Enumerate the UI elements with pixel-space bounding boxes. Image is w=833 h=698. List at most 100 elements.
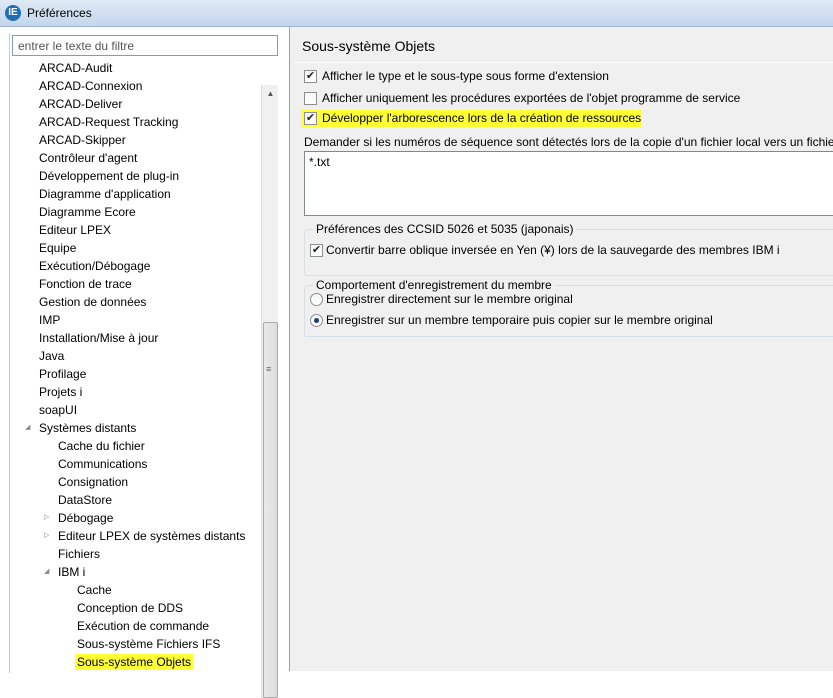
tree-item[interactable]: ▷ Editeur LPEX de systèmes distants bbox=[44, 527, 247, 545]
tree-item-label: Sous-système Fichiers IFS bbox=[77, 637, 221, 651]
tree-item[interactable]: ARCAD-Skipper bbox=[37, 131, 128, 149]
tree-item-label: Installation/Mise à jour bbox=[39, 331, 159, 345]
tree-item[interactable]: Communications bbox=[56, 455, 149, 473]
tree-item[interactable]: ▷ Débogage bbox=[44, 509, 115, 527]
tree-expanded-icon[interactable]: ◢ bbox=[25, 424, 32, 431]
tree-item-label: Editeur LPEX de systèmes distants bbox=[58, 529, 246, 543]
save-behavior-group: Comportement d'enregistrement du membre … bbox=[304, 278, 833, 337]
option-label: Afficher le type et le sous-type sous fo… bbox=[322, 69, 609, 83]
tree-item[interactable]: ◢ Systèmes distants bbox=[25, 419, 138, 437]
tree-item[interactable]: Fichiers bbox=[56, 545, 102, 563]
tree-expanded-icon[interactable]: ◢ bbox=[44, 568, 51, 575]
preferences-tree: ARCAD-Audit ARCAD-Connexion ARCAD-Deliver A… bbox=[12, 59, 260, 671]
tree-item-label: Contrôleur d'agent bbox=[39, 151, 138, 165]
tree-item[interactable]: ARCAD-Deliver bbox=[37, 95, 124, 113]
tree-item-label: Exécution/Débogage bbox=[39, 259, 151, 273]
tree-item-label: Fichiers bbox=[58, 547, 101, 561]
tree-item-selected[interactable]: Sous-système Objets bbox=[75, 653, 194, 671]
tree-item[interactable]: Contrôleur d'agent bbox=[37, 149, 139, 167]
tree-item-label: Sous-système Objets bbox=[75, 654, 194, 670]
tree-item[interactable]: Cache du fichier bbox=[56, 437, 147, 455]
tree-item-label: Débogage bbox=[58, 511, 114, 525]
tree-item-label: Editeur LPEX bbox=[39, 223, 112, 237]
option-label: Développer l'arborescence lors de la cré… bbox=[322, 111, 642, 125]
scroll-grip-icon: ≡ bbox=[266, 364, 272, 374]
option-label: Enregistrer sur un membre temporaire pui… bbox=[326, 313, 713, 327]
sequence-extensions-textarea[interactable]: *.txt bbox=[304, 151, 833, 216]
tree-item-label: Fonction de trace bbox=[39, 277, 132, 291]
tree-item-label: IMP bbox=[39, 313, 61, 327]
tree-item[interactable]: Exécution de commande bbox=[75, 617, 211, 635]
tree-vertical-scrollbar[interactable]: ▲ ≡ bbox=[261, 85, 278, 698]
preferences-navigation-pane: ARCAD-Audit ARCAD-Connexion ARCAD-Deliver A… bbox=[0, 27, 290, 698]
title-separator bbox=[294, 62, 833, 63]
tree-item-label: Systèmes distants bbox=[39, 421, 137, 435]
ccsid-group-title: Préférences des CCSID 5026 et 5035 (japo… bbox=[313, 222, 577, 236]
app-icon: IE bbox=[5, 5, 21, 21]
tree-item-label: Cache bbox=[77, 583, 112, 597]
tree-item-label: ARCAD-Deliver bbox=[39, 97, 123, 111]
tree-item[interactable]: Sous-système Fichiers IFS bbox=[75, 635, 222, 653]
tree-item[interactable]: Java bbox=[37, 347, 66, 365]
checkbox-exported-procedures[interactable] bbox=[304, 92, 317, 105]
tree-item[interactable]: ◢ IBM i bbox=[44, 563, 87, 581]
tree-item[interactable]: Diagramme Ecore bbox=[37, 203, 138, 221]
tree-item[interactable]: Editeur LPEX bbox=[37, 221, 113, 239]
tree-item-label: Développement de plug-in bbox=[39, 169, 180, 183]
option-label: Afficher uniquement les procédures expor… bbox=[322, 91, 741, 105]
tree-item-label: DataStore bbox=[58, 493, 113, 507]
tree-item-label: Profilage bbox=[39, 367, 87, 381]
tree-item-label: Diagramme Ecore bbox=[39, 205, 136, 219]
tree-collapsed-icon[interactable]: ▷ bbox=[44, 514, 51, 521]
tree-item[interactable]: Profilage bbox=[37, 365, 88, 383]
option-label: Convertir barre oblique inversée en Yen … bbox=[326, 243, 780, 257]
tree-item[interactable]: Cache bbox=[75, 581, 114, 599]
tree-item[interactable]: Installation/Mise à jour bbox=[37, 329, 160, 347]
tree-item[interactable]: Diagramme d'application bbox=[37, 185, 173, 203]
checkbox-show-extension[interactable]: ✔ bbox=[304, 70, 317, 83]
tree-item-label: Gestion de données bbox=[39, 295, 147, 309]
tree-item[interactable]: ARCAD-Connexion bbox=[37, 77, 144, 95]
tree-item[interactable]: ARCAD-Audit bbox=[37, 59, 114, 77]
tree-item[interactable]: Conception de DDS bbox=[75, 599, 185, 617]
tree-item[interactable]: DataStore bbox=[56, 491, 114, 509]
tree-item-label: ARCAD-Skipper bbox=[39, 133, 126, 147]
checkbox-convert-yen[interactable]: ✔ bbox=[310, 244, 323, 257]
sequence-label: Demander si les numéros de séquence sont… bbox=[304, 135, 833, 149]
scroll-up-arrow-icon[interactable]: ▲ bbox=[262, 85, 279, 102]
tree-item[interactable]: soapUI bbox=[37, 401, 79, 419]
tree-item-label: IBM i bbox=[58, 565, 86, 579]
tree-item-label: ARCAD-Request Tracking bbox=[39, 115, 179, 129]
window-titlebar: IE Préférences bbox=[0, 0, 833, 27]
tree-item[interactable]: Equipe bbox=[37, 239, 78, 257]
tree-item[interactable]: Gestion de données bbox=[37, 293, 148, 311]
filter-input[interactable] bbox=[12, 35, 278, 56]
tree-item-label: Conception de DDS bbox=[77, 601, 184, 615]
scroll-thumb[interactable] bbox=[263, 322, 278, 698]
checkbox-expand-tree[interactable]: ✔ bbox=[304, 112, 317, 125]
tree-item-label: Exécution de commande bbox=[77, 619, 210, 633]
tree-item[interactable]: Développement de plug-in bbox=[37, 167, 181, 185]
tree-item-label: soapUI bbox=[39, 403, 78, 417]
tree-item-label: Equipe bbox=[39, 241, 77, 255]
tree-item[interactable]: Fonction de trace bbox=[37, 275, 134, 293]
radio-button-save-temporary[interactable] bbox=[310, 314, 323, 327]
option-label: Enregistrer directement sur le membre or… bbox=[326, 292, 573, 306]
radio-button-save-direct[interactable] bbox=[310, 293, 323, 306]
tree-collapsed-icon[interactable]: ▷ bbox=[44, 532, 51, 539]
tree-item-label: Diagramme d'application bbox=[39, 187, 171, 201]
tree-item[interactable]: IMP bbox=[37, 311, 62, 329]
tree-item[interactable]: Consignation bbox=[56, 473, 130, 491]
tree-item-label: Java bbox=[39, 349, 65, 363]
tree-item-label: ARCAD-Connexion bbox=[39, 79, 143, 93]
tree-item[interactable]: Projets i bbox=[37, 383, 84, 401]
tree-item-label: Projets i bbox=[39, 385, 83, 399]
ccsid-group: Préférences des CCSID 5026 et 5035 (japo… bbox=[304, 222, 833, 276]
tree-item[interactable]: Exécution/Débogage bbox=[37, 257, 152, 275]
page-title: Sous-système Objets bbox=[302, 38, 436, 54]
window-title: Préférences bbox=[27, 6, 92, 20]
tree-item-label: Consignation bbox=[58, 475, 129, 489]
tree-item[interactable]: ARCAD-Request Tracking bbox=[37, 113, 180, 131]
tree-item-label: ARCAD-Audit bbox=[39, 61, 113, 75]
tree-item-label: Cache du fichier bbox=[58, 439, 145, 453]
